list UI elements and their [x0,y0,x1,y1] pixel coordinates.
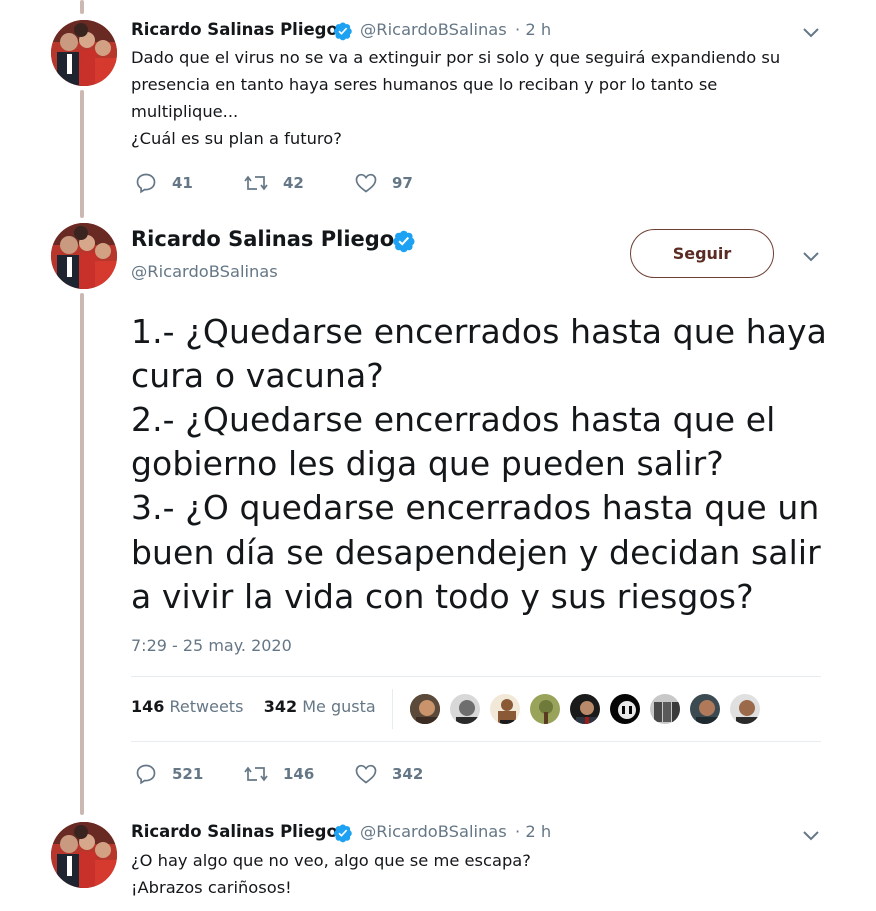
author-handle[interactable]: @RicardoBSalinas [360,20,507,39]
thread-line [80,0,84,14]
tweet-text-line: cura o vacuna? [131,356,384,395]
liker-photo [610,694,640,724]
liker-photo [690,694,720,724]
liker-avatar[interactable] [568,692,602,726]
reply-icon [136,764,156,785]
chevron-down-icon[interactable] [802,27,820,39]
likes-stat-label: Me gusta [302,697,376,716]
reply-icon [136,173,156,194]
liker-photo [570,694,600,724]
retweet-count: 146 [283,765,315,783]
verified-badge-icon [333,824,352,843]
tweet-text-line: buen día se desapendejen y decidan salir [131,533,821,572]
avatar-photo [51,20,117,86]
liker-photo [530,694,560,724]
author-name[interactable]: Ricardo Salinas Pliego [131,227,394,251]
retweets-stat-count: 146 [131,697,165,716]
retweet-count: 42 [283,174,304,192]
liker-avatar[interactable] [728,692,762,726]
tweet-time[interactable]: · 2 h [515,822,551,841]
likes-stat[interactable]: 342 Me gusta [264,697,376,716]
tweet-text-line: ¿O hay algo que no veo, algo que se me e… [131,851,531,870]
liker-avatar[interactable] [488,692,522,726]
avatar[interactable] [51,223,117,289]
divider [131,741,821,742]
reply-button[interactable]: 41 [134,171,193,195]
tweet-text-line: presencia en tanto haya seres humanos qu… [131,75,718,94]
retweets-stat[interactable]: 146 Retweets [131,697,243,716]
tweet-text-line: Dado que el virus no se va a extinguir p… [131,48,781,67]
liker-photo [730,694,760,724]
liker-photo [410,694,440,724]
reply-count: 41 [172,174,193,192]
retweet-icon [244,175,268,191]
retweets-stat-label: Retweets [169,697,244,716]
retweet-button[interactable]: 146 [243,762,314,786]
tweet-text-line: multiplique... [131,102,239,121]
avatar[interactable] [51,822,117,888]
liker-photo [650,694,680,724]
heart-icon [355,764,377,784]
follow-button[interactable]: Seguir [630,229,774,278]
liker-avatar[interactable] [408,692,442,726]
liker-avatar[interactable] [448,692,482,726]
tweet-time[interactable]: · 2 h [515,20,551,39]
tweet-text-line: a vivir la vida con todo y sus riesgos? [131,577,754,616]
tweet-text-line: ¡Abrazos cariñosos! [131,878,292,897]
liker-avatar[interactable] [648,692,682,726]
author-name[interactable]: Ricardo Salinas Pliego [131,20,338,39]
like-button[interactable]: 342 [354,762,423,786]
tweet-text-line: 1.- ¿Quedarse encerrados hasta que haya [131,312,827,351]
retweet-button[interactable]: 42 [243,171,304,195]
tweet-text-line: gobierno les diga que pueden salir? [131,444,724,483]
thread-line [80,90,84,218]
reply-button[interactable]: 521 [134,762,203,786]
avatar[interactable] [51,20,117,86]
verified-badge-icon [393,230,415,253]
tweet-timestamp[interactable]: 7:29 - 25 may. 2020 [131,636,292,655]
chevron-down-icon[interactable] [802,830,820,842]
like-count: 97 [392,174,413,192]
author-handle[interactable]: @RicardoBSalinas [360,822,507,841]
liker-photo [490,694,520,724]
heart-icon [355,173,377,193]
tweet-stats: 146 Retweets 342 Me gusta [131,697,376,716]
tweet-text-line: 2.- ¿Quedarse encerrados hasta que el [131,400,776,439]
likes-stat-count: 342 [263,697,298,716]
like-count: 342 [392,765,424,783]
chevron-down-icon[interactable] [802,251,820,263]
avatar-photo [51,223,117,289]
reply-count: 521 [172,765,204,783]
divider [131,676,821,677]
liker-photo [450,694,480,724]
stats-divider [392,689,393,729]
thread-line [80,293,84,815]
like-button[interactable]: 97 [354,171,413,195]
liker-avatar[interactable] [608,692,642,726]
liker-avatar[interactable] [528,692,562,726]
retweet-icon [244,766,268,782]
tweet-text-line: 3.- ¿O quedarse encerrados hasta que un [131,488,820,527]
author-name[interactable]: Ricardo Salinas Pliego [131,822,338,841]
liker-avatar[interactable] [688,692,722,726]
tweet-text-line: ¿Cuál es su plan a futuro? [131,129,342,148]
verified-badge-icon [333,22,352,41]
author-handle[interactable]: @RicardoBSalinas [131,262,278,281]
avatar-photo [51,822,117,888]
